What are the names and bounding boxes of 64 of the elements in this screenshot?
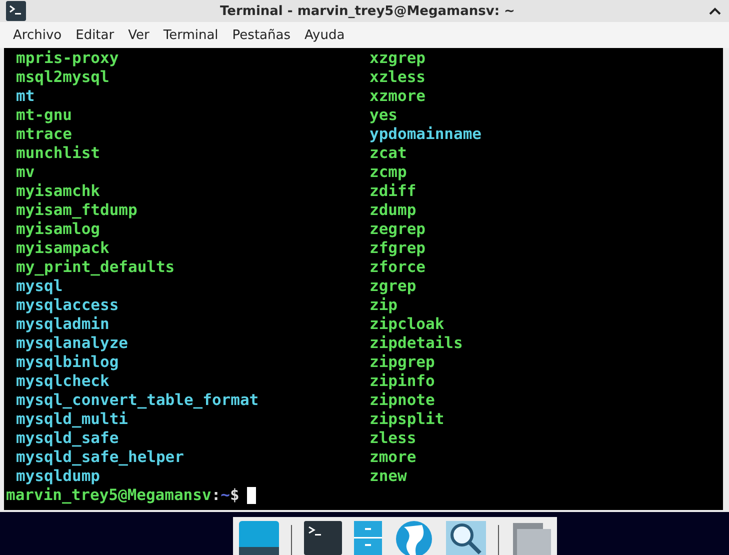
- menu-item[interactable]: Terminal: [156, 28, 226, 42]
- menu-item[interactable]: Ayuda: [298, 28, 352, 42]
- file-name: zforce: [370, 258, 426, 277]
- prompt-separator: :: [211, 486, 221, 505]
- file-name: zegrep: [370, 220, 426, 239]
- file-name: mysqld_safe: [16, 429, 119, 448]
- file-name: zip: [370, 296, 398, 315]
- file-name: mpris-proxy: [16, 49, 119, 68]
- text-cursor: [247, 487, 256, 504]
- file-name: xzless: [370, 68, 426, 87]
- menu-item[interactable]: Ver: [121, 28, 156, 42]
- file-name: my_print_defaults: [16, 258, 175, 277]
- file-name: zipcloak: [370, 315, 444, 334]
- file-name: mysqlanalyze: [16, 334, 128, 353]
- file-name: ypdomainname: [370, 125, 482, 144]
- file-name: zless: [370, 429, 416, 448]
- file-name: mysqld_multi: [16, 410, 128, 429]
- file-name: zipdetails: [370, 334, 463, 353]
- desktop-icon[interactable]: [238, 519, 278, 555]
- file-name: mysqlaccess: [16, 296, 119, 315]
- collapse-icon[interactable]: [709, 7, 721, 15]
- file-name: zipnote: [370, 391, 435, 410]
- file-name: zgrep: [370, 277, 416, 296]
- file-name: xzgrep: [370, 49, 426, 68]
- file-cabinet-icon[interactable]: [354, 519, 382, 555]
- window-title: Terminal - marvin_trey5@Megamansv: ~: [219, 4, 516, 18]
- menu-item[interactable]: Archivo: [6, 28, 69, 42]
- menu-item[interactable]: Pestañas: [225, 28, 298, 42]
- prompt-path: ~: [220, 486, 230, 505]
- file-name: mysql: [16, 277, 63, 296]
- file-name: mysql_convert_table_format: [16, 391, 259, 410]
- file-name: mt-gnu: [16, 106, 72, 125]
- file-name: yes: [370, 106, 398, 125]
- file-name: mysqldump: [16, 467, 100, 486]
- prompt-user-host: marvin_trey5@Megamansv: [6, 486, 212, 505]
- file-name: zcmp: [370, 163, 407, 182]
- file-name: zipgrep: [370, 353, 435, 372]
- file-name: myisamlog: [16, 220, 100, 239]
- prompt-symbol: $: [230, 486, 240, 505]
- file-name: zfgrep: [370, 239, 426, 258]
- file-name: xzmore: [370, 87, 426, 106]
- file-name: myisam_ftdump: [16, 201, 138, 220]
- file-name: msql2mysql: [16, 68, 110, 87]
- file-name: myisamchk: [16, 182, 100, 201]
- file-name: mt: [16, 87, 35, 106]
- file-name: myisampack: [16, 239, 110, 258]
- globe-icon[interactable]: [394, 519, 434, 555]
- terminal-icon[interactable]: [304, 519, 342, 555]
- file-name: znew: [370, 467, 407, 486]
- search-icon[interactable]: [446, 519, 486, 555]
- file-name: zdiff: [370, 182, 416, 201]
- file-name: mtrace: [16, 125, 72, 144]
- file-name: zipsplit: [370, 410, 444, 429]
- file-name: mysqlbinlog: [16, 353, 119, 372]
- file-name: mysqlcheck: [16, 372, 110, 391]
- menu-item[interactable]: Editar: [68, 28, 122, 42]
- file-name: zdump: [370, 201, 416, 220]
- file-name: mv: [16, 163, 35, 182]
- file-name: zipinfo: [370, 372, 435, 391]
- file-name: mysqladmin: [16, 315, 110, 334]
- file-name: zmore: [370, 448, 416, 467]
- file-name: mysqld_safe_helper: [16, 448, 184, 467]
- file-name: zcat: [370, 144, 407, 163]
- file-name: munchlist: [16, 144, 100, 163]
